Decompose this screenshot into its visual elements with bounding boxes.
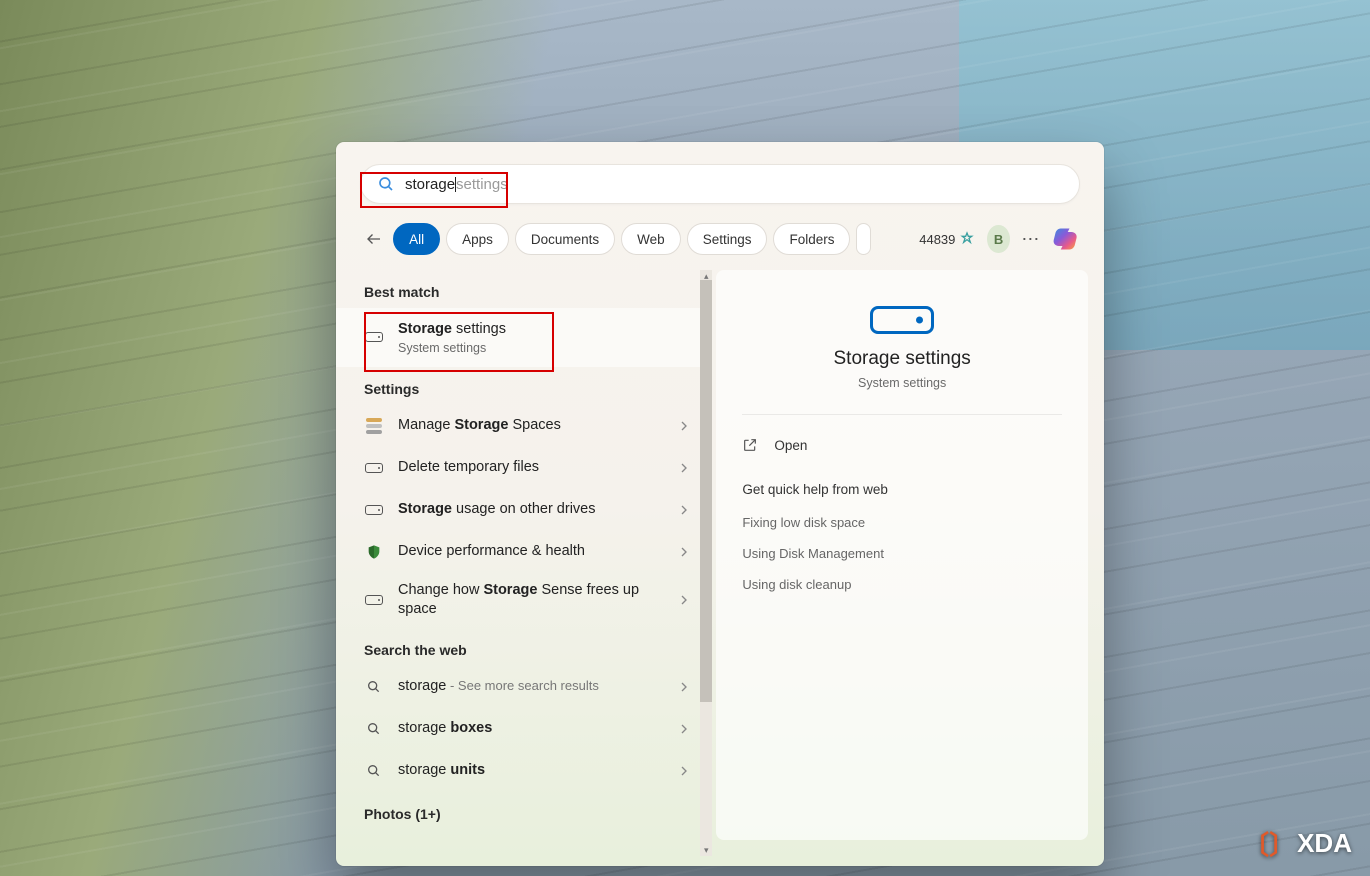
drive-icon — [364, 595, 384, 605]
chevron-right-icon — [676, 460, 692, 476]
preview-title: Storage settings — [834, 348, 971, 370]
search-typed-text: storage — [405, 176, 455, 193]
open-action[interactable]: Open — [742, 415, 1062, 472]
tab-all[interactable]: All — [393, 223, 440, 255]
copilot-button[interactable] — [1052, 224, 1080, 254]
result-title: storage units — [398, 761, 662, 781]
help-link-low-disk[interactable]: Fixing low disk space — [742, 507, 1062, 538]
section-search-web: Search the web — [336, 628, 712, 666]
chevron-right-icon — [676, 592, 692, 608]
search-bar-container: storage settings — [336, 142, 1104, 216]
watermark-text: XDA — [1297, 828, 1352, 859]
results-column: Best match Storage settings System setti… — [336, 270, 712, 856]
more-options-button[interactable]: ⋯ — [1020, 225, 1042, 253]
open-label: Open — [774, 438, 807, 453]
result-manage-storage-spaces[interactable]: Manage Storage Spaces — [336, 405, 712, 447]
result-subtitle: System settings — [398, 341, 692, 355]
scroll-down-icon[interactable]: ▾ — [700, 844, 712, 856]
result-title: Storage usage on other drives — [398, 500, 662, 520]
user-avatar[interactable]: B — [987, 225, 1009, 253]
scrollbar-thumb[interactable] — [700, 280, 712, 702]
chevron-right-icon — [676, 679, 692, 695]
section-settings: Settings — [336, 367, 712, 405]
search-toolbar: All Apps Documents Web Settings Folders … — [336, 216, 1104, 270]
tab-folders[interactable]: Folders — [773, 223, 850, 255]
result-title: Change how Storage Sense frees up space — [398, 581, 662, 620]
section-best-match: Best match — [336, 270, 712, 308]
tab-documents[interactable]: Documents — [515, 223, 615, 255]
chevron-right-icon — [676, 544, 692, 560]
result-web-storage-boxes[interactable]: storage boxes — [336, 708, 712, 750]
back-button[interactable] — [360, 222, 387, 256]
search-panel: storage settings All Apps Documents Web … — [336, 142, 1104, 866]
result-title: storage boxes — [398, 719, 662, 739]
copilot-icon — [1052, 225, 1080, 253]
result-storage-sense[interactable]: Change how Storage Sense frees up space — [336, 573, 712, 628]
rewards-icon — [959, 231, 975, 247]
search-icon — [377, 175, 395, 193]
preview-column: Storage settings System settings Open Ge… — [712, 270, 1104, 856]
search-icon — [364, 763, 384, 779]
result-title: Device performance & health — [398, 542, 662, 562]
result-delete-temp-files[interactable]: Delete temporary files — [336, 447, 712, 489]
chevron-right-icon — [676, 418, 692, 434]
search-suggested-text: settings — [456, 176, 508, 193]
shield-icon — [364, 543, 384, 561]
result-title: Storage settings — [398, 320, 692, 340]
result-device-performance[interactable]: Device performance & health — [336, 531, 712, 573]
rewards-points[interactable]: 44839 — [919, 231, 975, 247]
result-title: storage - See more search results — [398, 677, 662, 697]
xda-watermark: 〔〕 XDA — [1243, 825, 1352, 862]
tab-settings[interactable]: Settings — [687, 223, 768, 255]
drive-icon — [364, 463, 384, 473]
search-text: storage settings — [405, 176, 1063, 193]
content-area: Best match Storage settings System setti… — [336, 270, 1104, 856]
drive-icon — [364, 505, 384, 515]
result-title: Manage Storage Spaces — [398, 416, 662, 436]
search-icon — [364, 679, 384, 695]
chevron-right-icon — [676, 721, 692, 737]
preview-subtitle: System settings — [858, 376, 946, 390]
tab-apps[interactable]: Apps — [446, 223, 509, 255]
help-title: Get quick help from web — [742, 472, 1062, 507]
result-web-storage-units[interactable]: storage units — [336, 750, 712, 792]
result-storage-usage[interactable]: Storage usage on other drives — [336, 489, 712, 531]
tab-web[interactable]: Web — [621, 223, 681, 255]
result-title: Delete temporary files — [398, 458, 662, 478]
result-web-storage[interactable]: storage - See more search results — [336, 666, 712, 708]
points-value: 44839 — [919, 232, 955, 247]
help-link-disk-cleanup[interactable]: Using disk cleanup — [742, 569, 1062, 600]
drive-icon — [364, 332, 384, 342]
bracket-icon: 〔〕 — [1243, 825, 1295, 862]
result-storage-settings[interactable]: Storage settings System settings — [336, 308, 712, 367]
section-photos: Photos (1+) — [336, 792, 712, 830]
tab-more-clipped[interactable] — [856, 223, 871, 255]
open-icon — [742, 437, 758, 453]
preview-card: Storage settings System settings Open Ge… — [716, 270, 1088, 840]
arrow-left-icon — [365, 230, 383, 248]
help-link-disk-management[interactable]: Using Disk Management — [742, 538, 1062, 569]
chevron-right-icon — [676, 763, 692, 779]
tabs-scroll-right[interactable] — [877, 223, 907, 255]
search-input[interactable]: storage settings — [360, 164, 1080, 204]
chevron-right-icon — [676, 502, 692, 518]
storage-large-icon — [870, 306, 934, 334]
disks-icon — [364, 417, 384, 435]
search-icon — [364, 721, 384, 737]
